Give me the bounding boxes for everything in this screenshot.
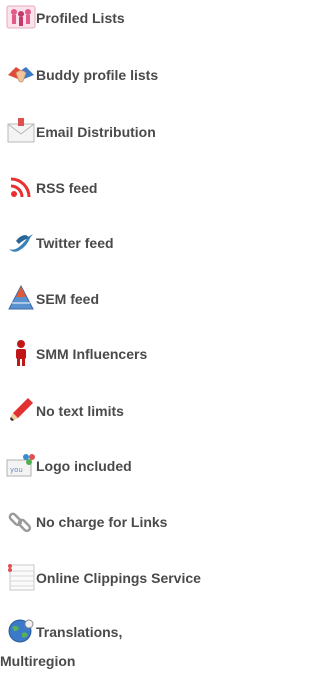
twitter-bird-icon	[6, 227, 36, 257]
profiled-lists-icon	[6, 2, 36, 32]
feature-label: No text limits	[36, 403, 124, 419]
feature-item-online-clippings: Online Clippings Service	[4, 562, 251, 594]
feature-label: No charge for Links	[36, 514, 168, 530]
person-icon	[6, 338, 36, 368]
feature-label: Online Clippings Service	[36, 570, 201, 586]
globe-translation-icon	[6, 616, 36, 646]
feature-item-sem-feed: SEM feed	[4, 283, 251, 315]
feature-item-rss-feed: RSS feed	[4, 172, 251, 204]
feature-item-profiled-lists: Profiled Lists	[4, 2, 251, 34]
email-icon	[6, 116, 36, 146]
clipping-notepad-icon	[6, 562, 36, 592]
feature-item-translations: Translations, Multiregion	[0, 616, 251, 676]
feature-item-no-text-limits: No text limits	[4, 395, 251, 427]
feature-label: RSS feed	[36, 180, 98, 196]
logo-icon: you	[6, 450, 36, 480]
feature-item-email-distribution: Email Distribution	[4, 116, 251, 148]
feature-item-buddy-profile-lists: Buddy profile lists	[4, 59, 251, 91]
pencil-icon	[6, 395, 36, 425]
feature-label: SEM feed	[36, 291, 100, 307]
feature-label: Buddy profile lists	[36, 67, 159, 83]
feature-item-no-charge-links: No charge for Links	[4, 506, 251, 538]
feature-item-twitter-feed: Twitter feed	[4, 227, 251, 259]
feature-item-smm-influencers: SMM Influencers	[4, 338, 251, 370]
buddy-lists-icon	[6, 59, 36, 89]
feature-item-logo-included: you Logo included	[4, 450, 251, 482]
sem-pyramid-icon	[6, 283, 36, 313]
feature-label: Translations,	[36, 624, 123, 640]
rss-icon	[6, 172, 36, 202]
feature-label-line2: Multiregion	[0, 653, 76, 669]
svg-text:you: you	[10, 466, 23, 474]
link-icon	[6, 506, 36, 536]
feature-label: Profiled Lists	[36, 10, 125, 26]
feature-label: Twitter feed	[36, 235, 114, 251]
feature-label: Email Distribution	[36, 124, 156, 140]
feature-label: Logo included	[36, 458, 132, 474]
feature-label: SMM Influencers	[36, 346, 148, 362]
